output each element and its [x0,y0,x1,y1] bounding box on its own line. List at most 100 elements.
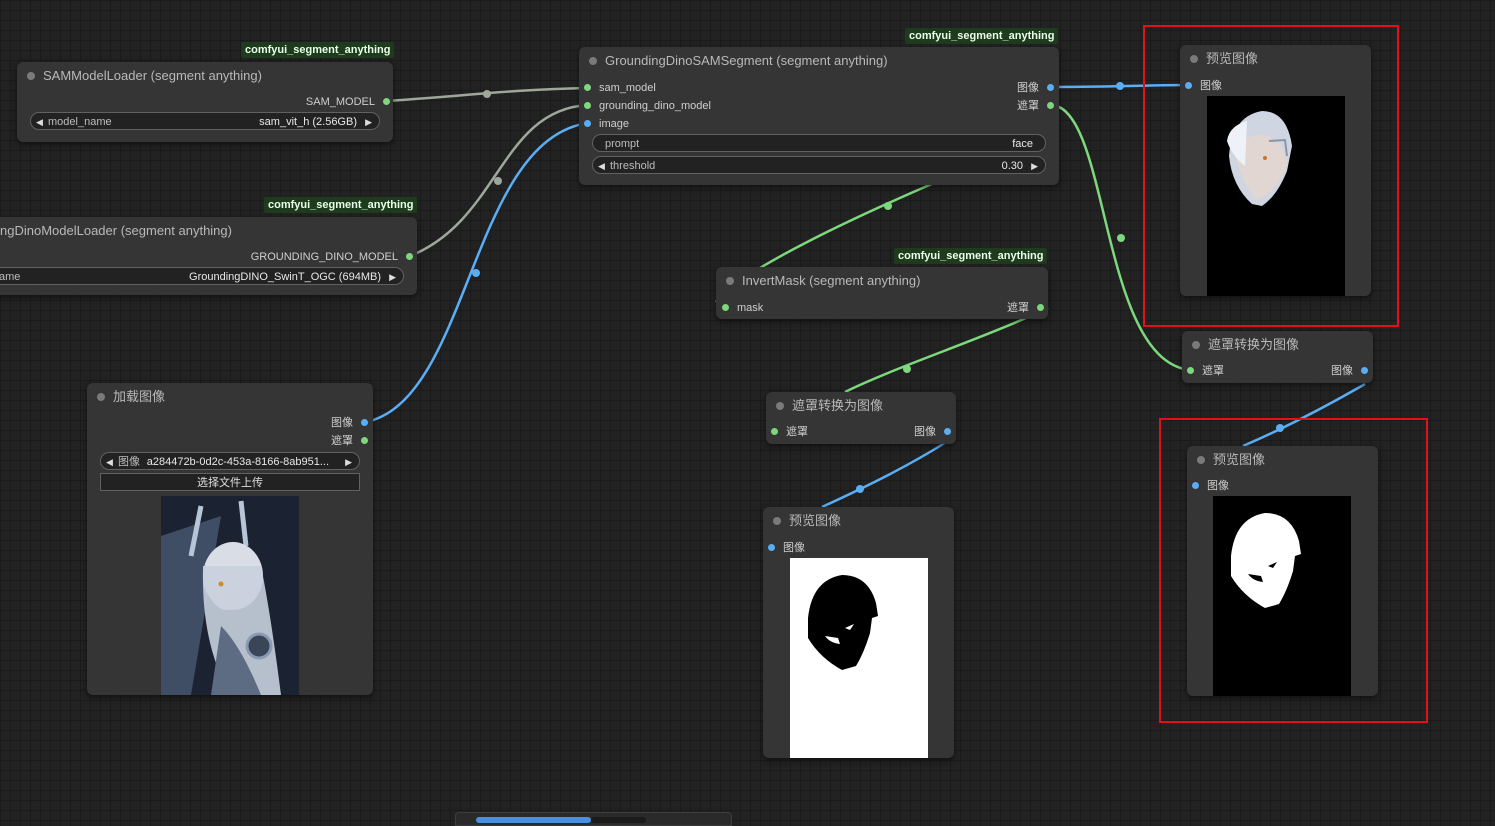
collapse-dot[interactable] [97,393,105,401]
output-pin[interactable] [1361,367,1368,374]
output-pin[interactable] [1047,84,1054,91]
output-pin[interactable] [361,437,368,444]
canvas-scrollbar[interactable] [455,812,732,826]
output-slot-mask[interactable]: 遮罩 [1017,99,1054,113]
arrow-left-icon[interactable]: ◀ [106,453,113,471]
arrow-right-icon[interactable]: ▶ [345,453,352,471]
node-title[interactable]: 加载图像 [87,383,373,411]
output-slot-grounding-dino-model[interactable]: GROUNDING_DINO_MODEL [251,250,413,264]
collapse-dot[interactable] [27,72,35,80]
widget-label: ame [0,271,21,283]
widget-value: a284472b-0d2c-453a-8166-8ab951... [146,456,329,468]
output-slot-image[interactable]: 图像 [1331,364,1368,378]
node-preview-image-3[interactable]: 预览图像 图像 [763,507,954,758]
output-slot-image[interactable]: 图像 [1017,81,1054,95]
widget-label: model_name [48,116,112,128]
node-title[interactable]: 遮罩转换为图像 [1182,331,1373,359]
slot-label: GROUNDING_DINO_MODEL [250,251,398,263]
link-midpoint[interactable] [884,202,892,210]
node-title[interactable]: GroundingDinoSAMSegment (segment anythin… [579,47,1059,75]
inverted-mask-image [808,575,878,670]
slot-label: SAM_MODEL [305,96,375,108]
output-pin[interactable] [406,253,413,260]
node-badge: comfyui_segment_anything [264,197,418,213]
link-midpoint[interactable] [472,269,480,277]
collapse-dot[interactable] [726,277,734,285]
link-midpoint[interactable] [1117,234,1125,242]
slot-label: 图像 [783,542,805,554]
highlight-box [1143,25,1399,327]
link-midpoint[interactable] [856,485,864,493]
node-title-text: ngDinoModelLoader (segment anything) [0,223,232,238]
model-name-combo[interactable]: ◀ model_name sam_vit_h (2.56GB) ▶ [30,112,380,130]
link-midpoint[interactable] [1116,82,1124,90]
prompt-text-field[interactable]: prompt face [592,134,1046,152]
input-pin[interactable] [771,428,778,435]
collapse-dot[interactable] [776,402,784,410]
upload-file-button[interactable]: 选择文件上传 [100,473,360,491]
output-pin[interactable] [361,419,368,426]
collapse-dot[interactable] [1192,341,1200,349]
highlight-box [1159,418,1428,723]
output-slot-image[interactable]: 图像 [914,425,951,439]
node-sam-model-loader[interactable]: SAMModelLoader (segment anything) SAM_MO… [17,62,393,142]
node-title-text: 遮罩转换为图像 [1208,337,1300,352]
model-name-combo[interactable]: ame GroundingDINO_SwinT_OGC (694MB) ▶ [0,267,404,285]
output-pin[interactable] [944,428,951,435]
node-mask-to-image-1[interactable]: 遮罩转换为图像 遮罩 图像 [766,392,956,444]
link-midpoint[interactable] [903,365,911,373]
output-slot-mask[interactable]: 遮罩 [331,434,368,448]
node-dino-model-loader[interactable]: ngDinoModelLoader (segment anything) GRO… [0,217,417,295]
input-slot-mask[interactable]: 遮罩 [1187,364,1224,378]
output-pin[interactable] [1047,102,1054,109]
input-pin[interactable] [1187,367,1194,374]
input-slot-image[interactable]: image [584,117,629,131]
widget-label: threshold [610,160,656,172]
node-title[interactable]: 遮罩转换为图像 [766,392,956,420]
node-title[interactable]: 预览图像 [763,507,954,535]
input-pin[interactable] [584,84,591,91]
arrow-left-icon[interactable]: ◀ [598,157,605,175]
widget-value: face [1012,138,1033,150]
output-slot-mask[interactable]: 遮罩 [1007,301,1044,315]
output-slot-image[interactable]: 图像 [331,416,368,430]
image-file-combo[interactable]: ◀ 图像 a284472b-0d2c-453a-8166-8ab951... ▶ [100,452,360,470]
input-slot-mask[interactable]: mask [722,301,763,315]
node-invert-mask[interactable]: InvertMask (segment anything) mask 遮罩 [716,267,1048,319]
arrow-right-icon[interactable]: ▶ [389,268,396,286]
node-load-image[interactable]: 加载图像 图像 遮罩 ◀ 图像 a284472b-0d2c-453a-8166-… [87,383,373,695]
arrow-right-icon[interactable]: ▶ [1031,157,1038,175]
output-pin[interactable] [383,98,390,105]
slot-label: 图像 [331,417,353,429]
link-invert-out [844,306,1049,394]
input-slot-mask[interactable]: 遮罩 [771,425,808,439]
output-pin[interactable] [1037,304,1044,311]
input-slot-grounding-dino-model[interactable]: grounding_dino_model [584,99,711,113]
collapse-dot[interactable] [773,517,781,525]
node-title-text: 遮罩转换为图像 [792,398,884,413]
collapse-dot[interactable] [589,57,597,65]
input-slot-image[interactable]: 图像 [768,541,805,555]
slot-label: 遮罩 [786,426,808,438]
node-title[interactable]: ngDinoModelLoader (segment anything) [0,217,417,245]
scrollbar-thumb[interactable] [476,817,591,823]
input-pin[interactable] [722,304,729,311]
threshold-number-field[interactable]: ◀ threshold 0.30 ▶ [592,156,1046,174]
output-slot-sam-model[interactable]: SAM_MODEL [306,95,390,109]
node-mask-to-image-2[interactable]: 遮罩转换为图像 遮罩 图像 [1182,331,1373,383]
input-pin[interactable] [584,120,591,127]
link-midpoint[interactable] [494,177,502,185]
node-badge: comfyui_segment_anything [241,42,395,58]
widget-value: sam_vit_h (2.56GB) [259,116,357,128]
input-pin[interactable] [584,102,591,109]
input-slot-sam-model[interactable]: sam_model [584,81,656,95]
node-title[interactable]: SAMModelLoader (segment anything) [17,62,393,90]
widget-label: 图像 [118,456,140,468]
node-grounding-dino-sam-segment[interactable]: GroundingDinoSAMSegment (segment anythin… [579,47,1059,185]
node-title[interactable]: InvertMask (segment anything) [716,267,1048,295]
slot-label: 图像 [914,426,936,438]
input-pin[interactable] [768,544,775,551]
arrow-right-icon[interactable]: ▶ [365,113,372,131]
link-midpoint[interactable] [483,90,491,98]
arrow-left-icon[interactable]: ◀ [36,113,43,131]
